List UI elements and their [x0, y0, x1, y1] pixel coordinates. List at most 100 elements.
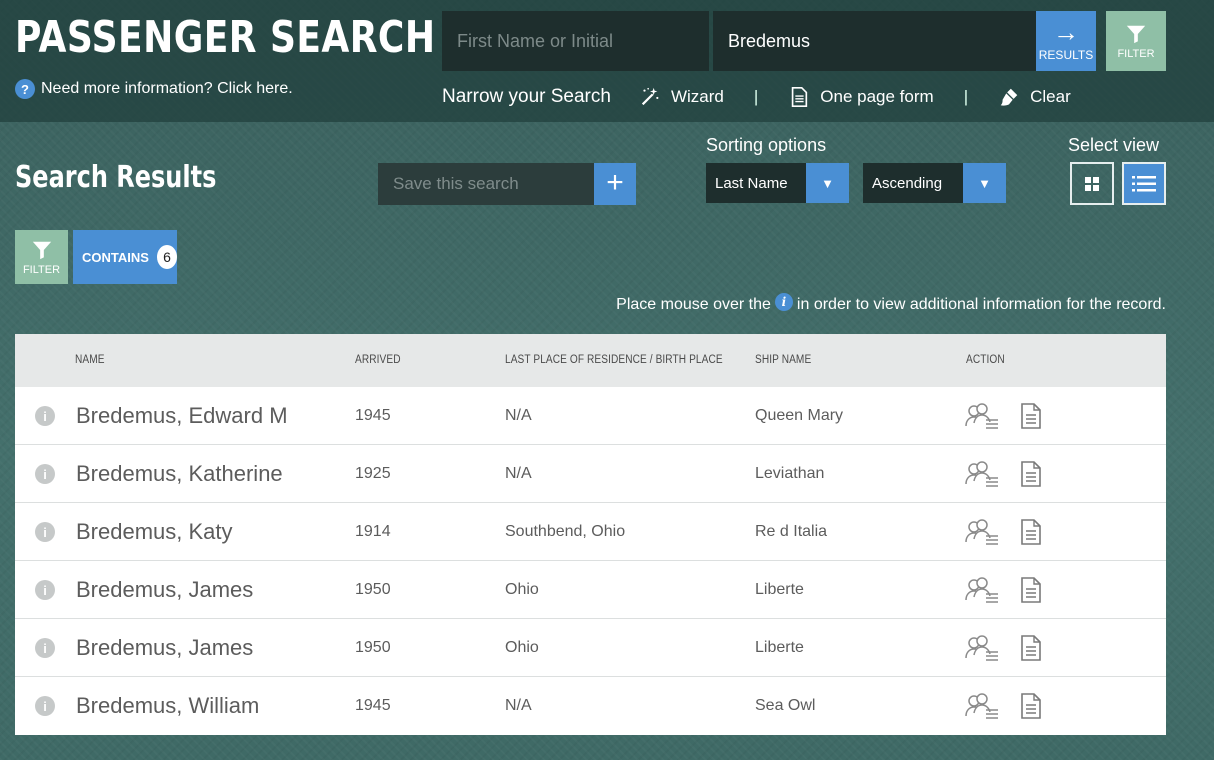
passenger-list-action[interactable]	[965, 677, 999, 735]
chevron-down-icon: ▼	[806, 163, 849, 203]
info-icon[interactable]: i	[35, 638, 55, 658]
passenger-list-action[interactable]	[965, 503, 999, 561]
group-list-icon	[965, 461, 998, 487]
clear-label: Clear	[1030, 87, 1071, 106]
group-list-icon	[965, 577, 998, 603]
page-title: PASSENGER SEARCH	[15, 12, 436, 63]
last-name-input[interactable]	[713, 11, 1036, 71]
clear-link[interactable]: Clear	[998, 86, 1071, 108]
table-row: i Bredemus, Edward M 1945 N/A Queen Mary	[15, 387, 1166, 445]
results-label: RESULTS	[1038, 48, 1094, 62]
wizard-link[interactable]: Wizard	[639, 86, 724, 108]
record-document-action[interactable]	[1020, 561, 1042, 619]
group-list-icon	[965, 519, 998, 545]
ship-name: Re d Italia	[755, 523, 828, 540]
funnel-icon	[1126, 25, 1146, 43]
table-row: i Bredemus, Katherine 1925 N/A Leviathan	[15, 445, 1166, 503]
save-search-button[interactable]: +	[594, 163, 636, 205]
narrow-search-row: Narrow your Search Wizard | One page for…	[442, 84, 1071, 110]
one-page-form-label: One page form	[820, 87, 934, 106]
passenger-list-action[interactable]	[965, 387, 999, 445]
sort-order-select[interactable]: Ascending ▼	[863, 163, 1006, 203]
passenger-list-action[interactable]	[965, 445, 999, 503]
list-view-button[interactable]	[1122, 162, 1166, 205]
residence: N/A	[505, 465, 532, 482]
passenger-name[interactable]: Bredemus, Edward M	[76, 387, 288, 445]
separator: |	[753, 87, 759, 106]
passenger-list-action[interactable]	[965, 619, 999, 677]
sort-field-select[interactable]: Last Name ▼	[706, 163, 849, 203]
sort-field-value: Last Name	[715, 174, 788, 192]
record-document-action[interactable]	[1020, 619, 1042, 677]
table-header: NAME ARRIVED LAST PLACE OF RESIDENCE / B…	[15, 334, 1166, 387]
select-view-label: Select view	[1068, 135, 1160, 155]
document-icon	[1021, 461, 1041, 487]
record-document-action[interactable]	[1020, 677, 1042, 735]
record-document-action[interactable]	[1020, 503, 1042, 561]
results-button[interactable]: → RESULTS	[1036, 11, 1096, 71]
column-header-name: NAME	[75, 354, 105, 366]
residence: N/A	[505, 697, 532, 714]
group-list-icon	[965, 635, 998, 661]
column-header-ship: SHIP NAME	[755, 354, 812, 366]
table-row: i Bredemus, James 1950 Ohio Liberte	[15, 619, 1166, 677]
funnel-icon	[32, 241, 51, 259]
info-icon[interactable]: i	[35, 522, 55, 542]
passenger-name[interactable]: Bredemus, James	[76, 561, 253, 619]
ship-name: Leviathan	[755, 465, 825, 482]
arrived-year: 1950	[355, 639, 391, 656]
contains-count-badge: 6	[156, 245, 177, 269]
table-row: i Bredemus, Katy 1914 Southbend, Ohio Re…	[15, 503, 1166, 561]
passenger-name[interactable]: Bredemus, William	[76, 677, 259, 735]
info-icon[interactable]: i	[35, 696, 55, 716]
filter-button[interactable]: FILTER	[1106, 11, 1166, 71]
arrived-year: 1914	[355, 523, 391, 540]
first-name-input[interactable]	[442, 11, 709, 71]
brush-icon	[1000, 88, 1018, 106]
save-search-input[interactable]	[378, 163, 594, 205]
ship-name: Liberte	[755, 581, 804, 598]
ship-name: Queen Mary	[755, 407, 844, 424]
document-icon	[1021, 635, 1041, 661]
document-icon	[1021, 519, 1041, 545]
plus-icon: +	[606, 166, 624, 199]
one-page-form-link[interactable]: One page form	[788, 86, 934, 108]
filter-label: FILTER	[1117, 47, 1155, 60]
hint-text-after: in order to view additional information …	[796, 296, 1166, 313]
table-row: i Bredemus, James 1950 Ohio Liberte	[15, 561, 1166, 619]
wizard-label: Wizard	[670, 87, 724, 106]
document-icon	[1021, 403, 1041, 429]
residence: Ohio	[505, 581, 539, 598]
sorting-options-label: Sorting options	[706, 135, 827, 155]
question-icon: ?	[15, 79, 35, 99]
passenger-name[interactable]: Bredemus, Katy	[76, 503, 233, 561]
more-info-label: Need more information? Click here.	[41, 80, 293, 97]
record-document-action[interactable]	[1020, 445, 1042, 503]
column-header-arrived: ARRIVED	[355, 354, 401, 366]
list-icon	[1132, 175, 1156, 191]
record-document-action[interactable]	[1020, 387, 1042, 445]
filter-toggle-button[interactable]: FILTER	[15, 230, 68, 284]
chevron-down-icon: ▼	[963, 163, 1006, 203]
info-icon[interactable]: i	[35, 464, 55, 484]
hint-text-before: Place mouse over the	[616, 296, 771, 313]
ship-name: Sea Owl	[755, 697, 816, 714]
contains-filter-chip[interactable]: CONTAINS 6	[73, 230, 177, 284]
contains-label: CONTAINS	[82, 249, 149, 265]
results-table: NAME ARRIVED LAST PLACE OF RESIDENCE / B…	[15, 334, 1166, 735]
passenger-name[interactable]: Bredemus, Katherine	[76, 445, 283, 503]
column-header-residence: LAST PLACE OF RESIDENCE / BIRTH PLACE	[505, 354, 723, 366]
document-icon	[1021, 577, 1041, 603]
passenger-list-action[interactable]	[965, 561, 999, 619]
search-results-title: Search Results	[15, 160, 217, 195]
passenger-name[interactable]: Bredemus, James	[76, 619, 253, 677]
group-list-icon	[965, 693, 998, 719]
grid-view-button[interactable]	[1070, 162, 1114, 205]
column-header-action: ACTION	[966, 354, 1005, 366]
arrow-right-icon: →	[1053, 17, 1079, 47]
info-icon[interactable]: i	[35, 580, 55, 600]
info-icon: i	[774, 293, 793, 311]
sort-order-value: Ascending	[872, 174, 943, 192]
more-info-link[interactable]: ? Need more information? Click here.	[15, 79, 293, 99]
info-icon[interactable]: i	[35, 406, 55, 426]
